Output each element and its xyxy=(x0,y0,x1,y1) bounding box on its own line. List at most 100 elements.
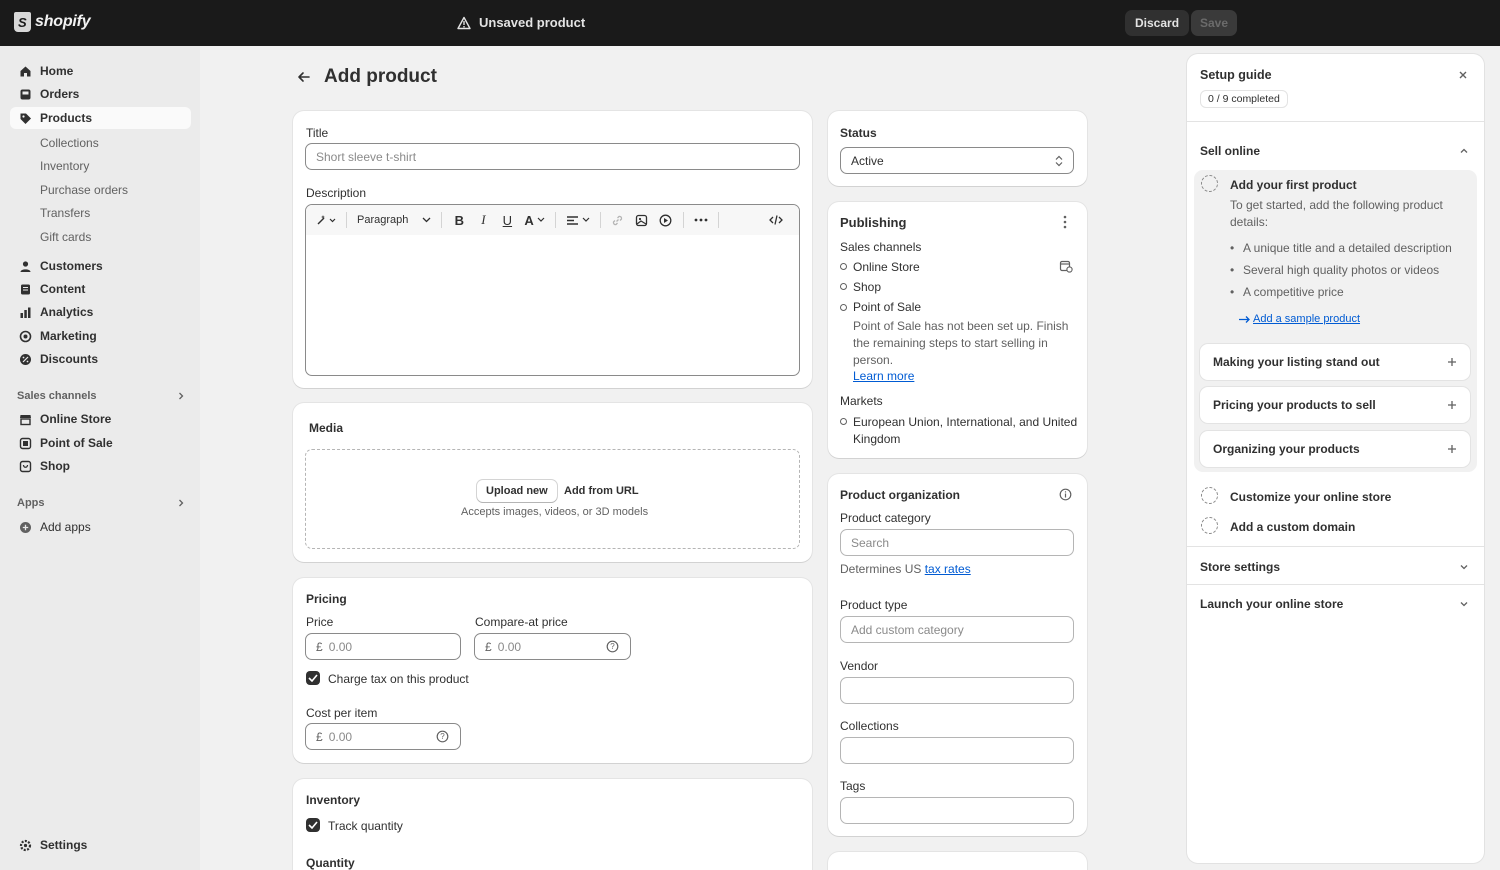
category-search-input[interactable]: Search xyxy=(840,529,1074,556)
collections-input[interactable] xyxy=(840,737,1074,764)
shopify-logo[interactable]: shopify xyxy=(14,12,91,32)
media-heading: Media xyxy=(309,421,344,435)
add-from-url-button[interactable]: Add from URL xyxy=(555,480,648,502)
select-arrows-icon xyxy=(1055,155,1063,166)
apps-section[interactable]: Apps xyxy=(17,497,187,509)
plus-icon xyxy=(1448,358,1456,366)
paragraph-select[interactable]: Paragraph xyxy=(357,214,431,226)
first-product-description: To get started, add the following produc… xyxy=(1230,198,1443,229)
link-icon[interactable] xyxy=(611,214,625,227)
sidebar-item-settings[interactable]: Settings xyxy=(10,834,191,856)
sidebar-item-customers[interactable]: Customers xyxy=(10,255,191,277)
requirement-item: A competitive price xyxy=(1243,285,1344,299)
svg-text:?: ? xyxy=(440,732,445,741)
incomplete-task-icon[interactable] xyxy=(1201,517,1218,534)
sales-channels-section[interactable]: Sales channels xyxy=(17,390,187,402)
sidebar-sub-inventory[interactable]: Inventory xyxy=(40,159,89,173)
magic-wand-icon[interactable] xyxy=(316,214,336,226)
toolbar-divider xyxy=(554,212,556,228)
vendor-input[interactable] xyxy=(840,677,1074,704)
info-icon[interactable] xyxy=(1059,488,1072,501)
close-icon[interactable] xyxy=(1458,70,1468,80)
product-type-input[interactable]: Add custom category xyxy=(840,616,1074,643)
title-label: Title xyxy=(306,126,329,140)
currency-symbol: £ xyxy=(316,639,323,654)
chevron-down-icon xyxy=(422,217,431,223)
price-input[interactable]: £ 0.00 xyxy=(305,633,461,660)
task-listing-stand-out[interactable]: Making your listing stand out xyxy=(1200,344,1470,380)
add-sample-product-link[interactable]: Add a sample product xyxy=(1253,313,1360,325)
incomplete-task-icon[interactable] xyxy=(1201,487,1218,504)
sidebar-item-label: Settings xyxy=(40,838,88,852)
sidebar-item-products[interactable]: Products xyxy=(10,107,191,129)
category-label: Product category xyxy=(840,511,931,525)
back-arrow-icon[interactable] xyxy=(296,69,312,85)
inbox-icon xyxy=(18,87,32,101)
store-settings-section[interactable]: Store settings xyxy=(1200,560,1470,574)
sidebar-item-orders[interactable]: Orders xyxy=(10,83,191,105)
bold-icon[interactable]: B xyxy=(452,213,466,228)
sidebar-item-content[interactable]: Content xyxy=(10,278,191,300)
status-value: Active xyxy=(851,153,884,168)
video-icon[interactable] xyxy=(659,214,673,227)
title-input[interactable]: Short sleeve t-shirt xyxy=(305,143,800,170)
text-color-icon[interactable]: A xyxy=(524,213,545,228)
underline-icon[interactable]: U xyxy=(500,213,514,228)
charge-tax-checkbox[interactable] xyxy=(306,671,320,685)
first-product-title[interactable]: Add your first product xyxy=(1230,178,1357,192)
track-quantity-checkbox[interactable] xyxy=(306,818,320,832)
status-select[interactable]: Active xyxy=(840,147,1074,174)
toolbar-divider xyxy=(599,212,601,228)
task-pricing-products[interactable]: Pricing your products to sell xyxy=(1200,387,1470,423)
image-icon[interactable] xyxy=(635,214,649,227)
toolbar-divider xyxy=(346,212,347,228)
upload-new-button[interactable]: Upload new xyxy=(477,480,557,502)
sidebar-item-label: Marketing xyxy=(40,329,97,343)
incomplete-task-icon[interactable] xyxy=(1201,175,1218,192)
compare-price-input[interactable]: £ 0.00 ? xyxy=(474,633,631,660)
help-icon[interactable]: ? xyxy=(436,730,449,743)
currency-symbol: £ xyxy=(485,639,492,654)
theme-template-card xyxy=(828,852,1087,870)
sidebar-item-marketing[interactable]: Marketing xyxy=(10,325,191,347)
sidebar-sub-transfers[interactable]: Transfers xyxy=(40,206,90,220)
sidebar-item-label: Point of Sale xyxy=(40,436,113,450)
task-organizing-products[interactable]: Organizing your products xyxy=(1200,431,1470,467)
tags-input[interactable] xyxy=(840,797,1074,824)
sidebar-item-discounts[interactable]: Discounts xyxy=(10,348,191,370)
launch-store-section[interactable]: Launch your online store xyxy=(1200,597,1470,611)
more-horizontal-icon[interactable] xyxy=(694,218,708,222)
sidebar-channel-point-of-sale[interactable]: Point of Sale xyxy=(10,432,191,454)
sidebar-item-analytics[interactable]: Analytics xyxy=(10,301,191,323)
add-apps-button[interactable]: Add apps xyxy=(10,516,191,538)
save-button[interactable]: Save xyxy=(1191,10,1237,36)
sidebar-channel-online-store[interactable]: Online Store xyxy=(10,408,191,430)
learn-more-link[interactable]: Learn more xyxy=(853,369,914,383)
calendar-schedule-icon[interactable] xyxy=(1059,259,1073,273)
document-icon xyxy=(18,282,32,296)
code-icon[interactable] xyxy=(768,214,783,226)
sidebar-sub-collections[interactable]: Collections xyxy=(40,136,99,150)
sell-online-section[interactable]: Sell online xyxy=(1200,144,1470,158)
cost-input[interactable]: £ 0.00 ? xyxy=(305,723,461,750)
plus-icon xyxy=(1448,445,1456,453)
custom-domain-task[interactable]: Add a custom domain xyxy=(1230,520,1355,534)
chevron-up-icon xyxy=(1460,148,1468,153)
task-label: Organizing your products xyxy=(1213,442,1360,456)
cost-label: Cost per item xyxy=(306,706,378,720)
italic-icon[interactable]: I xyxy=(476,212,490,228)
discard-button[interactable]: Discard xyxy=(1125,10,1190,36)
description-editor[interactable]: Paragraph B I U A xyxy=(305,204,800,376)
more-vertical-icon[interactable] xyxy=(1063,215,1067,229)
tax-rates-link[interactable]: tax rates xyxy=(925,562,971,576)
customize-store-task[interactable]: Customize your online store xyxy=(1230,490,1391,504)
sidebar-channel-shop[interactable]: Shop xyxy=(10,455,191,477)
sidebar-item-home[interactable]: Home xyxy=(10,60,191,82)
top-bar: shopify Unsaved product Discard Save xyxy=(0,0,1500,46)
align-icon[interactable] xyxy=(566,215,590,226)
channel-online-store: Online Store xyxy=(853,260,920,274)
help-icon[interactable]: ? xyxy=(606,640,619,653)
sidebar-sub-purchase-orders[interactable]: Purchase orders xyxy=(40,183,128,197)
sidebar-sub-gift-cards[interactable]: Gift cards xyxy=(40,230,91,244)
setup-guide-panel: Setup guide 0 / 9 completed Sell online … xyxy=(1187,54,1484,863)
